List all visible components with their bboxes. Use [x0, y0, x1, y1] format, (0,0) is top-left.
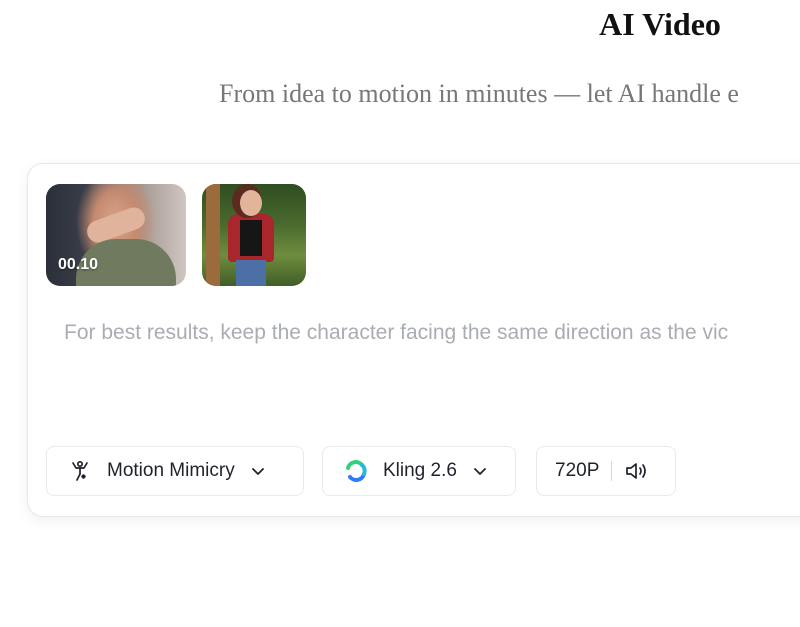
character-image-thumbnail[interactable] [202, 184, 306, 286]
mode-label: Motion Mimicry [107, 460, 235, 481]
model-selector[interactable]: Kling 2.6 [322, 446, 516, 496]
page-title: AI Video [599, 6, 721, 42]
resolution-selector[interactable]: 720P [536, 446, 676, 496]
motion-person-icon [67, 458, 93, 484]
chevron-down-icon [471, 462, 489, 480]
image-person-head [240, 190, 262, 216]
kling-logo-icon [343, 458, 369, 484]
reference-video-thumbnail[interactable]: 00.10 [46, 184, 186, 286]
prompt-input[interactable]: For best results, keep the character fac… [64, 321, 728, 345]
mode-selector[interactable]: Motion Mimicry [46, 446, 304, 496]
image-background-pillar [206, 184, 220, 286]
resolution-label: 720P [555, 460, 600, 481]
image-person-jeans [236, 260, 266, 286]
page-subtitle: From idea to motion in minutes — let AI … [219, 79, 739, 108]
video-duration: 00.10 [58, 256, 99, 273]
model-label: Kling 2.6 [383, 460, 457, 481]
prompt-composer: 00.10 For best results, keep the charact… [27, 163, 800, 517]
speaker-icon[interactable] [624, 460, 650, 482]
chevron-down-icon [249, 462, 267, 480]
image-person-top [240, 220, 262, 256]
divider [611, 461, 613, 481]
page: AI Video From idea to motion in minutes … [0, 0, 800, 627]
